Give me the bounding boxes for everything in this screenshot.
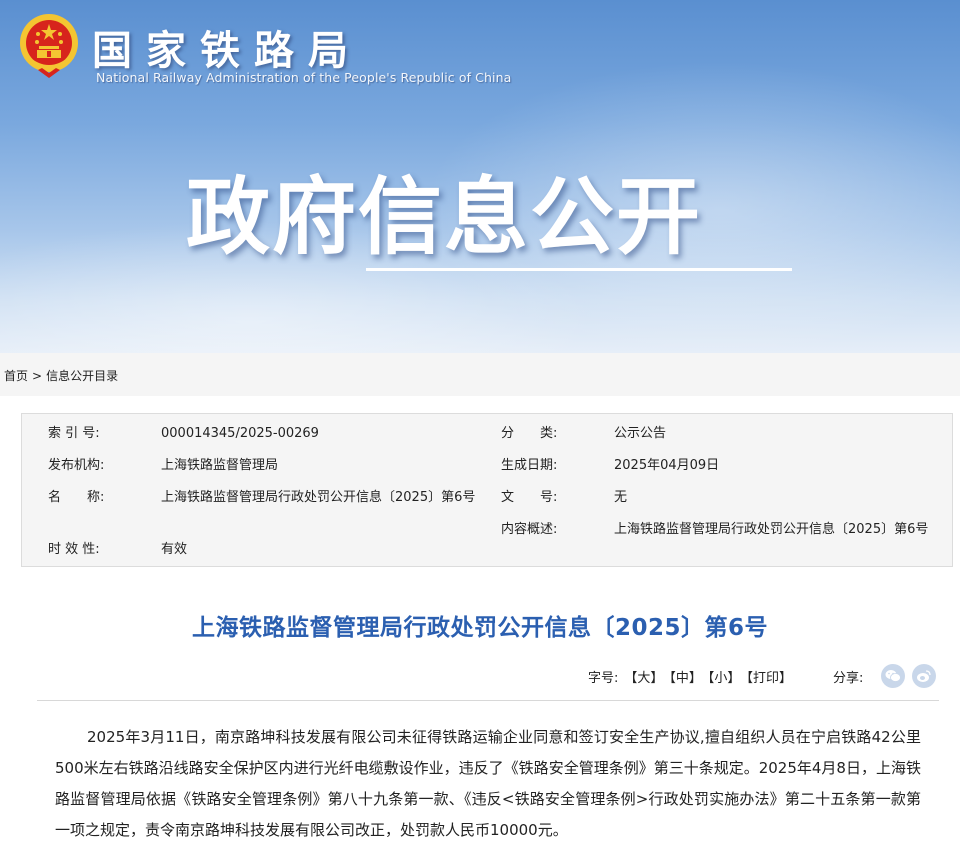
- font-small-button[interactable]: 【小】: [708, 671, 741, 686]
- banner-title: 政府信息公开: [186, 168, 703, 266]
- org-name: 国家铁路局: [92, 27, 362, 74]
- article-title: 上海铁路监督管理局行政处罚公开信息〔2025〕第6号: [191, 615, 769, 641]
- share-label: 分享:: [833, 671, 864, 686]
- name-value: 上海铁路监督管理局行政处罚公开信息〔2025〕第6号: [161, 490, 476, 505]
- index-number-label: 索 引 号:: [48, 426, 100, 441]
- font-large-button[interactable]: 【大】: [624, 671, 663, 686]
- header-banner: 国家铁路局 National Railway Administration of…: [0, 0, 960, 353]
- weibo-icon[interactable]: [912, 664, 936, 688]
- org-name-english: National Railway Administration of the P…: [96, 70, 512, 85]
- breadcrumb-current-link[interactable]: 信息公开目录: [46, 369, 118, 383]
- font-size-tools: 字号: 【大】 【中】 【小】 【打印】: [588, 667, 798, 686]
- category-value: 公示公告: [614, 426, 667, 441]
- category-label: 分 类:: [501, 426, 558, 441]
- document-number-label: 文 号:: [501, 490, 558, 505]
- date-label: 生成日期:: [501, 458, 558, 473]
- article-body: 2025年3月11日，南京路坤科技发展有限公司未征得铁路运输企业同意和签订安全生…: [55, 728, 921, 839]
- breadcrumb-bar: 首页 > 信息公开目录: [0, 353, 960, 396]
- publisher-value: 上海铁路监督管理局: [161, 458, 279, 473]
- publisher-label: 发布机构:: [48, 458, 105, 473]
- wechat-icon[interactable]: [881, 664, 905, 688]
- index-number-value: 000014345/2025-00269: [161, 426, 319, 441]
- font-size-label: 字号:: [588, 671, 619, 686]
- validity-label: 时 效 性:: [48, 542, 100, 557]
- breadcrumb: 首页 > 信息公开目录: [4, 367, 118, 384]
- banner-underline: [366, 268, 792, 271]
- breadcrumb-home-link[interactable]: 首页: [4, 369, 28, 383]
- print-button[interactable]: 【打印】: [746, 671, 792, 686]
- summary-label: 内容概述:: [501, 522, 558, 537]
- document-number-value: 无: [614, 490, 628, 505]
- breadcrumb-separator: >: [32, 369, 43, 383]
- name-label: 名 称:: [48, 490, 105, 505]
- summary-value: 上海铁路监督管理局行政处罚公开信息〔2025〕第6号: [614, 522, 929, 537]
- date-value: 2025年04月09日: [614, 458, 720, 473]
- document-info-table: 索 引 号: 000014345/2025-00269 发布机构: 上海铁路监督…: [21, 413, 953, 567]
- national-emblem-icon: [20, 14, 78, 78]
- validity-value: 有效: [161, 542, 188, 557]
- font-medium-button[interactable]: 【中】: [669, 671, 702, 686]
- title-divider: [37, 700, 939, 701]
